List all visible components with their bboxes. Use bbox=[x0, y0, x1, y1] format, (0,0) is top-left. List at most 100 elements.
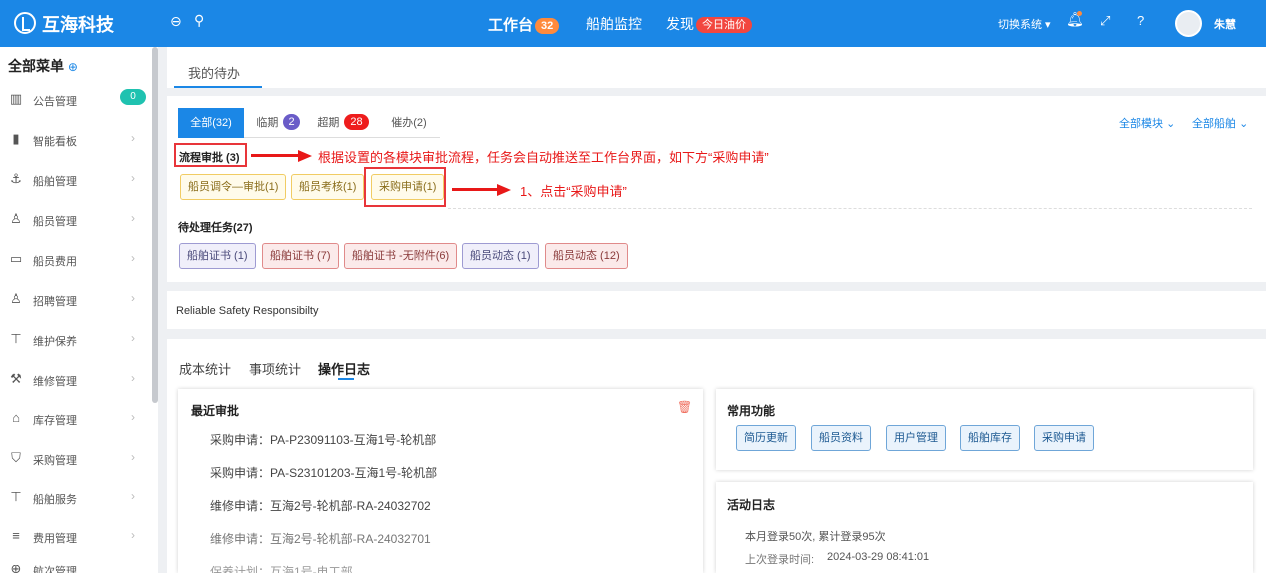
active-tab-underline bbox=[174, 86, 262, 88]
nav-discover[interactable]: 发现 今日油价 bbox=[666, 14, 752, 34]
workbench-count-badge: 32 bbox=[535, 18, 560, 34]
slogan-strip bbox=[167, 291, 1266, 329]
help-icon[interactable]: ? bbox=[1137, 13, 1144, 28]
annotation-arrow-2-head bbox=[497, 183, 511, 196]
sidebar-item-voyage[interactable]: ⊕ 航次管理 bbox=[0, 565, 150, 573]
filter-tab-overdue[interactable]: 超期 28 bbox=[312, 108, 374, 138]
chevron-right-icon: › bbox=[131, 251, 135, 265]
brand-name: 互海科技 bbox=[42, 15, 114, 35]
purchase-request-button[interactable]: 采购申请 bbox=[1034, 425, 1094, 451]
cart-icon: ⛉ bbox=[11, 450, 21, 465]
annotation-arrow-1-head bbox=[298, 149, 312, 162]
pending-tag-ship-cert-overdue[interactable]: 船舶证书 (7) bbox=[262, 243, 339, 269]
chevron-right-icon: › bbox=[131, 291, 135, 305]
process-tag-purchase-request[interactable]: 采购申请(1) bbox=[371, 174, 445, 200]
annotation-arrow-1 bbox=[251, 154, 299, 157]
trash-icon[interactable]: 🗑︎ bbox=[677, 400, 692, 414]
menu-title: 全部菜单 ⊕ bbox=[8, 58, 78, 74]
recent-item[interactable]: 维修申请：互海2号-轮机部-RA-24032702 bbox=[210, 497, 431, 514]
filter-tab-due-soon[interactable]: 临期 2 bbox=[247, 108, 309, 138]
recent-item[interactable]: 采购申请：PA-S23101203-互海1号-轮机部 bbox=[210, 464, 437, 481]
login-count-text: 本月登录50次, 累计登录95次 bbox=[745, 531, 886, 543]
common-functions-title: 常用功能 bbox=[727, 404, 776, 418]
recent-item[interactable]: 采购申请：PA-P23091103-互海1号-轮机部 bbox=[210, 431, 436, 448]
chevron-right-icon: › bbox=[131, 410, 135, 424]
slogan-text: Reliable Safety Responsibilty bbox=[176, 305, 319, 317]
process-tag-crew-order[interactable]: 船员调令—审批(1) bbox=[180, 174, 287, 200]
chevron-right-icon: › bbox=[131, 371, 135, 385]
sidebar-item-inventory[interactable]: ⌂ 库存管理 › bbox=[0, 410, 150, 450]
due-soon-badge: 2 bbox=[283, 114, 300, 130]
section-divider bbox=[448, 208, 1252, 209]
sidebar-item-crew[interactable]: ♙ 船员管理 › bbox=[0, 211, 150, 251]
ship-inventory-button[interactable]: 船舶库存 bbox=[960, 425, 1020, 451]
recruit-icon: ♙ bbox=[10, 291, 22, 306]
sidebar-item-crew-cost[interactable]: ▭ 船员费用 › bbox=[0, 251, 150, 291]
process-tag-crew-assess[interactable]: 船员考核(1) bbox=[291, 174, 365, 200]
wrench-icon: ⚒︎ bbox=[10, 371, 22, 386]
fullscreen-icon[interactable]: ⤢ bbox=[1100, 13, 1110, 29]
sidebar-item-ship-service[interactable]: ⊤ 船舶服务 › bbox=[0, 489, 150, 529]
sidebar-scrollbar[interactable] bbox=[152, 47, 158, 403]
last-login-label: 上次登录时间: bbox=[745, 554, 815, 566]
sidebar-item-expense[interactable]: ≡ 费用管理 › bbox=[0, 528, 150, 568]
chevron-right-icon: › bbox=[131, 331, 135, 345]
database-icon: ≡ bbox=[12, 528, 20, 543]
filter-tab-urge[interactable]: 催办(2) bbox=[378, 108, 440, 138]
annotation-text-2: 1、点击“采购申请” bbox=[520, 184, 627, 199]
recent-item[interactable]: 保养计划：互海1号-电工部 bbox=[210, 563, 353, 573]
notice-count-badge: 0 bbox=[120, 89, 146, 105]
book-icon: ▥ bbox=[9, 91, 23, 106]
switch-system-button[interactable]: 切换系统 ▾ bbox=[998, 16, 1051, 32]
todo-tab-bar bbox=[167, 47, 1266, 88]
top-bar: 互海科技 ⊖ ⚲ 工作台 32 船舶监控 发现 今日油价 切换系统 ▾ 🔔︎ ⤢ ?… bbox=[0, 0, 1266, 47]
annotation-text-1: 根据设置的各模块审批流程，任务会自动推送至工作台界面，如下方“采购申请” bbox=[318, 150, 769, 165]
activity-log-title: 活动日志 bbox=[727, 498, 776, 512]
sidebar-item-purchase[interactable]: ⛉ 采购管理 › bbox=[0, 450, 150, 490]
chevron-right-icon: › bbox=[131, 171, 135, 185]
last-login-time: 2024-03-29 08:41:01 bbox=[827, 551, 930, 563]
oil-price-badge[interactable]: 今日油价 bbox=[696, 17, 752, 33]
crew-info-button[interactable]: 船员资料 bbox=[811, 425, 871, 451]
house-icon: ⌂ bbox=[12, 410, 20, 425]
nav-ship-monitor[interactable]: 船舶监控 bbox=[586, 14, 642, 34]
recent-item[interactable]: 维修申请：互海2号-轮机部-RA-24032701 bbox=[210, 530, 431, 547]
logo-icon bbox=[14, 12, 36, 34]
resume-update-button[interactable]: 简历更新 bbox=[736, 425, 796, 451]
service-icon: ⊤ bbox=[10, 489, 22, 504]
overdue-badge: 28 bbox=[344, 114, 369, 130]
search-icon[interactable]: ⚲ bbox=[194, 12, 204, 29]
sidebar-item-repair[interactable]: ⚒︎ 维修管理 › bbox=[0, 371, 150, 411]
sidebar-item-dashboard[interactable]: ▮ 智能看板 › bbox=[0, 131, 150, 171]
tab-operation-log[interactable]: 操作日志 bbox=[318, 359, 370, 378]
pending-tag-crew-status[interactable]: 船员动态 (1) bbox=[462, 243, 539, 269]
pending-tag-ship-cert-no-attachment[interactable]: 船舶证书 -无附件(6) bbox=[344, 243, 458, 269]
module-filter-dropdown[interactable]: 全部模块 ⌄ bbox=[1119, 115, 1175, 131]
nav-workbench[interactable]: 工作台 32 bbox=[488, 14, 560, 35]
add-circle-icon[interactable]: ⊕ bbox=[68, 60, 78, 74]
ship-filter-dropdown[interactable]: 全部船舶 ⌄ bbox=[1192, 115, 1248, 131]
anchor-icon: ⚓︎ bbox=[10, 171, 22, 186]
tab-cost-stats[interactable]: 成本统计 bbox=[179, 359, 231, 378]
chevron-right-icon: › bbox=[131, 489, 135, 503]
tab-item-stats[interactable]: 事项统计 bbox=[249, 359, 301, 378]
tab-my-todo[interactable]: 我的待办 bbox=[188, 63, 240, 82]
chevron-right-icon: › bbox=[131, 211, 135, 225]
sidebar-item-ship[interactable]: ⚓︎ 船舶管理 › bbox=[0, 171, 150, 211]
collapse-menu-icon[interactable]: ⊖ bbox=[170, 13, 182, 30]
user-management-button[interactable]: 用户管理 bbox=[886, 425, 946, 451]
avatar[interactable] bbox=[1175, 10, 1202, 37]
filter-tab-all[interactable]: 全部(32) bbox=[178, 108, 244, 138]
chart-icon: ▮ bbox=[12, 131, 20, 146]
sidebar-item-notice[interactable]: ▥ 公告管理 0 bbox=[0, 89, 150, 131]
annotation-arrow-2 bbox=[452, 188, 498, 191]
sidebar-item-recruit[interactable]: ♙ 招聘管理 › bbox=[0, 291, 150, 331]
card-icon: ▭ bbox=[9, 251, 23, 266]
pending-tag-ship-cert[interactable]: 船舶证书 (1) bbox=[179, 243, 256, 269]
process-approval-title: 流程审批 (3) bbox=[179, 152, 240, 164]
recent-approvals-title: 最近审批 bbox=[191, 404, 240, 418]
pending-tag-crew-status-overdue[interactable]: 船员动态 (12) bbox=[545, 243, 628, 269]
user-name[interactable]: 朱慧 bbox=[1214, 16, 1236, 32]
sidebar-item-maintenance[interactable]: ⊤ 维护保养 › bbox=[0, 331, 150, 371]
pending-tasks-title: 待处理任务(27) bbox=[178, 222, 253, 234]
